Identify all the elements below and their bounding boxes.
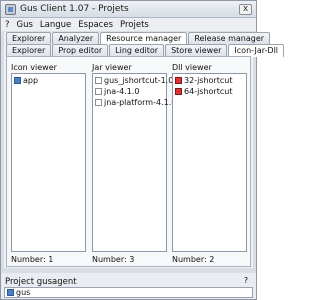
- tab-release-manager[interactable]: Release manager: [188, 32, 271, 44]
- list-item[interactable]: 32-jshortcut: [175, 76, 246, 85]
- list-item[interactable]: jna-4.1.0: [95, 87, 166, 96]
- app-icon: [5, 4, 16, 15]
- dll-list[interactable]: 32-jshortcut 64-jshortcut: [172, 73, 247, 252]
- jar-file-icon: [95, 99, 102, 106]
- menu-gus[interactable]: Gus: [17, 20, 33, 30]
- icon-jar-dll-panel: Icon viewer app Number: 1 Jar viewer gus…: [6, 56, 251, 267]
- tab-analyzer[interactable]: Analyzer: [52, 32, 100, 44]
- menu-langue[interactable]: Langue: [40, 20, 71, 30]
- icon-count: Number: 1: [11, 255, 54, 264]
- list-item[interactable]: 64-jshortcut: [175, 87, 246, 96]
- icon-viewer-title: Icon viewer: [11, 63, 57, 72]
- dll-file-icon: [175, 77, 182, 84]
- dll-count: Number: 2: [172, 255, 215, 264]
- menu-help[interactable]: ?: [5, 20, 10, 30]
- project-item[interactable]: gus: [16, 288, 30, 297]
- jar-viewer: Jar viewer gus_jshortcut-1.0 jna-4.1.0 j…: [92, 63, 176, 264]
- icon-list[interactable]: app: [11, 73, 86, 252]
- app-icon: [14, 77, 21, 84]
- dll-viewer-title: Dll viewer: [172, 63, 212, 72]
- subtab-explorer[interactable]: Explorer: [6, 44, 52, 56]
- project-list[interactable]: gus: [4, 287, 253, 298]
- dll-viewer: Dll viewer 32-jshortcut 64-jshortcut Num…: [172, 63, 247, 264]
- help-button[interactable]: ?: [241, 276, 251, 286]
- menu-projets[interactable]: Projets: [120, 20, 149, 30]
- list-item[interactable]: gus_jshortcut-1.0: [95, 76, 173, 85]
- menu-espaces[interactable]: Espaces: [78, 20, 113, 30]
- list-item[interactable]: app: [14, 76, 85, 85]
- main-panel: Explorer Analyzer Resource manager Relea…: [4, 32, 285, 268]
- project-label: Project gusagent: [5, 277, 77, 287]
- list-item[interactable]: jna-platform-4.1.0: [95, 98, 176, 107]
- subtab-prop-editor[interactable]: Prop editor: [52, 44, 109, 56]
- menu-bar: ? Gus Langue Espaces Projets: [1, 18, 256, 31]
- jar-file-icon: [95, 77, 102, 84]
- project-bar: Project gusagent ? gus: [1, 273, 256, 299]
- project-icon: [7, 289, 14, 296]
- tab-explorer[interactable]: Explorer: [6, 32, 52, 44]
- close-button[interactable]: x: [239, 4, 252, 15]
- subtab-store-viewer[interactable]: Store viewer: [165, 44, 228, 56]
- jar-file-icon: [95, 88, 102, 95]
- dll-file-icon: [175, 88, 182, 95]
- jar-list[interactable]: gus_jshortcut-1.0 jna-4.1.0 jna-platform…: [92, 73, 176, 252]
- app-window: Gus Client 1.07 - Projets x ? Gus Langue…: [0, 0, 285, 300]
- title-bar: Gus Client 1.07 - Projets x: [1, 1, 256, 18]
- window-title: Gus Client 1.07 - Projets: [20, 4, 129, 14]
- jar-viewer-title: Jar viewer: [92, 63, 132, 72]
- jar-count: Number: 3: [92, 255, 135, 264]
- subtab-ling-editor[interactable]: Ling editor: [109, 44, 165, 56]
- icon-viewer: Icon viewer app Number: 1: [11, 63, 86, 264]
